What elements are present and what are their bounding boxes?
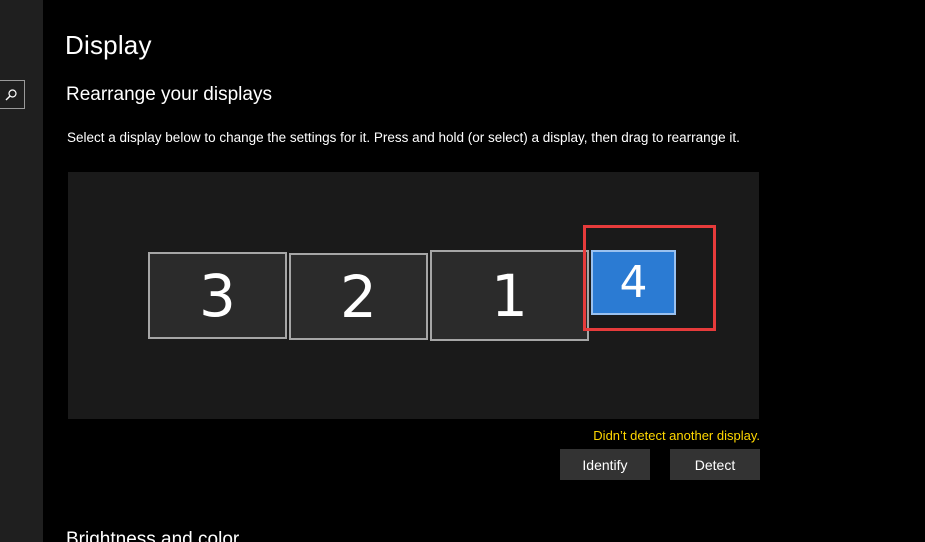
settings-window: Display Rearrange your displays Select a… [0,0,925,542]
display-3-tile[interactable]: 3 [148,252,287,339]
display-number: 2 [340,262,377,331]
section-title-rearrange: Rearrange your displays [66,84,272,105]
search-button[interactable] [0,80,25,109]
display-1-tile[interactable]: 1 [430,250,589,341]
display-2-tile[interactable]: 2 [289,253,428,340]
instructions-text: Select a display below to change the set… [67,130,740,145]
detect-warning: Didn’t detect another display. [593,428,760,443]
page-title: Display [65,30,152,60]
section-title-brightness: Brightness and color [66,529,240,542]
identify-button[interactable]: Identify [560,449,650,480]
detect-button[interactable]: Detect [670,449,760,480]
display-number: 1 [491,261,528,330]
display-arrangement-area[interactable]: 3 2 1 4 [68,172,759,419]
search-icon [5,88,17,100]
display-number: 4 [619,256,648,308]
display-4-tile[interactable]: 4 [591,250,676,315]
display-number: 3 [199,261,236,330]
